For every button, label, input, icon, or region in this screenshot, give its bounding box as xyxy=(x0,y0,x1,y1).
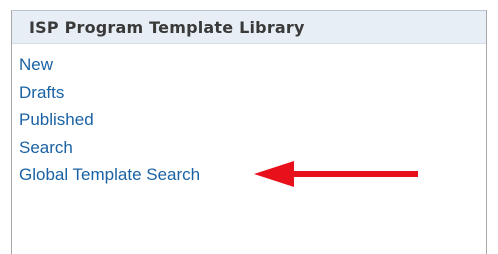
panel-title: ISP Program Template Library xyxy=(29,17,305,37)
panel-header: ISP Program Template Library xyxy=(12,11,486,44)
arrow-shaft xyxy=(292,171,418,177)
nav-link-global-template-search[interactable]: Global Template Search xyxy=(19,161,200,189)
template-library-nav: New Drafts Published Search Global Templ… xyxy=(19,51,200,189)
nav-link-new[interactable]: New xyxy=(19,51,200,79)
arrow-head xyxy=(254,161,294,187)
red-arrow-annotation xyxy=(254,161,418,187)
nav-link-search[interactable]: Search xyxy=(19,134,200,162)
template-library-panel: ISP Program Template Library New Drafts … xyxy=(11,10,487,254)
nav-link-published[interactable]: Published xyxy=(19,106,200,134)
nav-link-drafts[interactable]: Drafts xyxy=(19,79,200,107)
